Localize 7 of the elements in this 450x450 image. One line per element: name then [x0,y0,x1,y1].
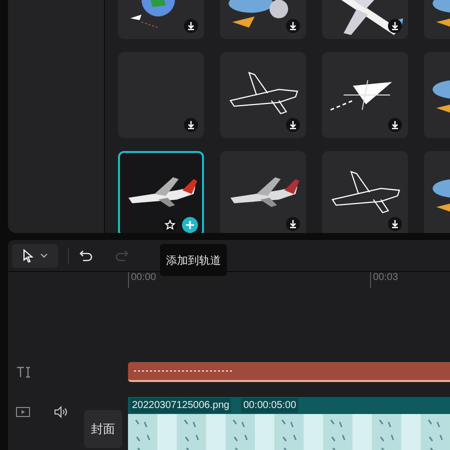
clip-duration: 00:00:05:00 [241,398,298,413]
ruler-label: 00:03 [373,272,398,284]
clip-filename: 20220307125006.png [130,398,232,413]
video-clip[interactable]: 20220307125006.png 00:00:05:00 [128,397,450,450]
ruler-label: 00:00 [131,272,156,284]
cover-button[interactable]: 封面 [84,410,122,448]
tooltip-text: 添加到轨道 [166,255,221,267]
